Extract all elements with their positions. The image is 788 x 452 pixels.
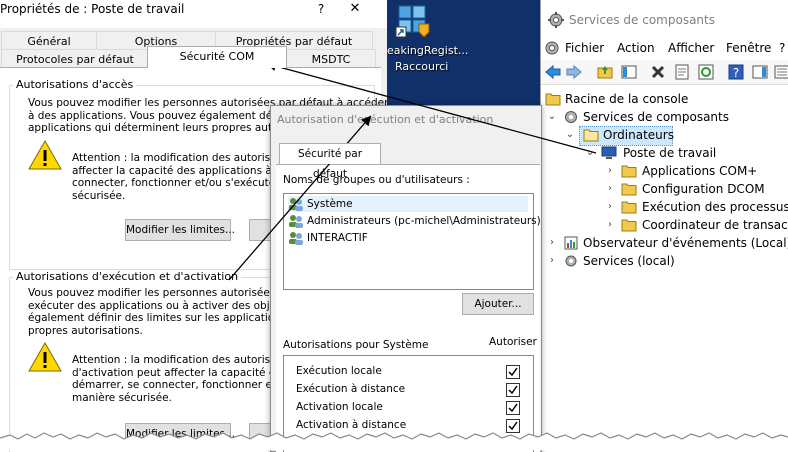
show-hide-tree-icon[interactable] (620, 63, 638, 81)
menu-file[interactable]: Fichier (565, 40, 604, 56)
properties-title: Propriétés de : Poste de travail (0, 2, 185, 16)
tab-com-security[interactable]: Sécurité COM (147, 46, 287, 68)
access-warning: Attention : la modification des autorisa… (72, 152, 303, 202)
folder-icon (621, 219, 637, 232)
list-view-icon[interactable] (773, 63, 788, 81)
properties-titlebar: Propriétés de : Poste de travail ? ✕ (0, 0, 387, 28)
menu-bar: Fichier Action Afficher Fenêtre ? (541, 36, 788, 58)
launch-permission-dialog: Autorisation d'exécution et d'activation… (270, 105, 542, 452)
tree-node-event-viewer[interactable]: Observateur d'événements (Local) (583, 234, 788, 252)
user-group-icon (289, 198, 303, 211)
component-services-window: Services de composants Fichier Action Af… (540, 0, 788, 450)
list-item-label: INTERACTIF (307, 232, 368, 244)
allow-remote-launch-checkbox[interactable] (506, 383, 520, 397)
component-services-title: Services de composants (569, 13, 715, 27)
allow-column-header: Autoriser (489, 336, 537, 348)
users-listbox[interactable]: Système Administrateurs (pc-michel\Admin… (283, 193, 541, 290)
menu-window[interactable]: Fenêtre (726, 40, 771, 56)
warning-icon (28, 342, 62, 372)
expand-chevron-icon[interactable]: ⌄ (585, 144, 595, 162)
tree-node-services-local[interactable]: Services (local) (583, 252, 675, 270)
launch-group-legend: Autorisations d'exécution et d'activatio… (13, 270, 242, 283)
up-folder-icon[interactable] (596, 63, 614, 81)
folder-icon (621, 183, 637, 196)
tree-node-com-applications[interactable]: Applications COM+ (642, 162, 757, 180)
list-item-system[interactable]: Système (288, 196, 528, 212)
tree-node-my-computer[interactable]: Poste de travail (623, 144, 716, 162)
component-services-icon (548, 12, 564, 28)
desktop-shortcut-label: eakingRegist... (387, 44, 469, 57)
event-viewer-icon (564, 236, 578, 250)
collapsed-chevron-icon[interactable]: › (605, 216, 615, 234)
expand-chevron-icon[interactable]: ⌄ (547, 108, 557, 126)
allow-local-activation-checkbox[interactable] (506, 401, 520, 415)
component-services-icon (565, 111, 577, 123)
tree-node-running-processes[interactable]: Exécution des processus (642, 198, 788, 216)
tree-node-dcom-config[interactable]: Configuration DCOM (642, 180, 765, 198)
svg-text:?: ? (733, 66, 739, 80)
computer-icon (601, 146, 617, 159)
menu-action[interactable]: Action (617, 40, 655, 56)
help-button[interactable]: ? (311, 0, 331, 18)
torn-edge (0, 432, 788, 450)
collapsed-chevron-icon[interactable]: › (605, 198, 615, 216)
action-pane-icon[interactable] (751, 63, 769, 81)
check-icon (508, 385, 518, 395)
tree-node-transaction-coordinator[interactable]: Coordinateur de transactions (642, 216, 788, 234)
close-button[interactable]: ✕ (345, 0, 365, 18)
expand-chevron-icon[interactable]: ⌄ (565, 126, 575, 144)
user-group-icon (289, 215, 303, 228)
system-menu-icon[interactable] (543, 39, 561, 57)
edit-access-limits-button[interactable]: Modifier les limites... (125, 219, 235, 241)
component-services-titlebar: Services de composants (541, 0, 788, 36)
collapsed-chevron-icon[interactable]: › (547, 252, 557, 270)
desktop-shortcut-sublabel: Raccourci (395, 60, 449, 73)
check-icon (508, 367, 518, 377)
help-icon[interactable]: ? (727, 63, 745, 81)
folder-icon (583, 129, 599, 142)
permission-dialog-title: Autorisation d'exécution et d'activation (277, 113, 494, 126)
access-group-legend: Autorisations d'accès (13, 78, 137, 91)
add-user-button[interactable]: Ajouter... (462, 293, 534, 315)
tree-node-component-services[interactable]: Services de composants (583, 108, 729, 126)
services-gear-icon (565, 255, 577, 267)
list-item-label: Administrateurs (pc-michel\Administrateu… (307, 215, 541, 227)
toolbar: ? (541, 60, 788, 85)
forward-arrow-icon[interactable] (565, 63, 583, 81)
tree-node-computers[interactable]: Ordinateurs (603, 126, 674, 144)
tree-node-console-root[interactable]: Racine de la console (565, 90, 688, 108)
users-label: Noms de groupes ou d'utilisateurs : (283, 174, 470, 186)
perm-row-local-launch: Exécution locale (296, 365, 382, 377)
folder-icon (621, 201, 637, 214)
collapsed-chevron-icon[interactable]: › (605, 162, 615, 180)
collapsed-chevron-icon[interactable]: › (605, 180, 615, 198)
refresh-icon[interactable] (697, 63, 715, 81)
list-item-label: Système (307, 198, 353, 210)
delete-icon[interactable] (649, 63, 667, 81)
folder-icon (545, 93, 561, 106)
menu-view[interactable]: Afficher (668, 40, 714, 56)
back-arrow-icon[interactable] (544, 63, 562, 81)
perm-row-remote-launch: Exécution à distance (296, 383, 406, 395)
collapsed-chevron-icon[interactable]: › (547, 234, 557, 252)
permissions-for-label: Autorisations pour Système (283, 339, 429, 351)
console-tree: Racine de la console ⌄ Services de compo… (541, 86, 788, 450)
user-group-icon (289, 232, 303, 245)
check-icon (508, 403, 518, 413)
tab-default-security[interactable]: Sécurité par défaut (279, 143, 381, 180)
launch-warning: Attention : la modification des autorisa… (72, 354, 303, 404)
menu-help[interactable]: ? (779, 40, 785, 56)
warning-icon (28, 140, 62, 170)
properties-icon[interactable] (673, 63, 691, 81)
folder-icon (621, 165, 637, 178)
perm-row-local-activation: Activation locale (296, 401, 383, 413)
registry-shortcut-icon[interactable] (395, 2, 433, 40)
allow-local-launch-checkbox[interactable] (506, 365, 520, 379)
